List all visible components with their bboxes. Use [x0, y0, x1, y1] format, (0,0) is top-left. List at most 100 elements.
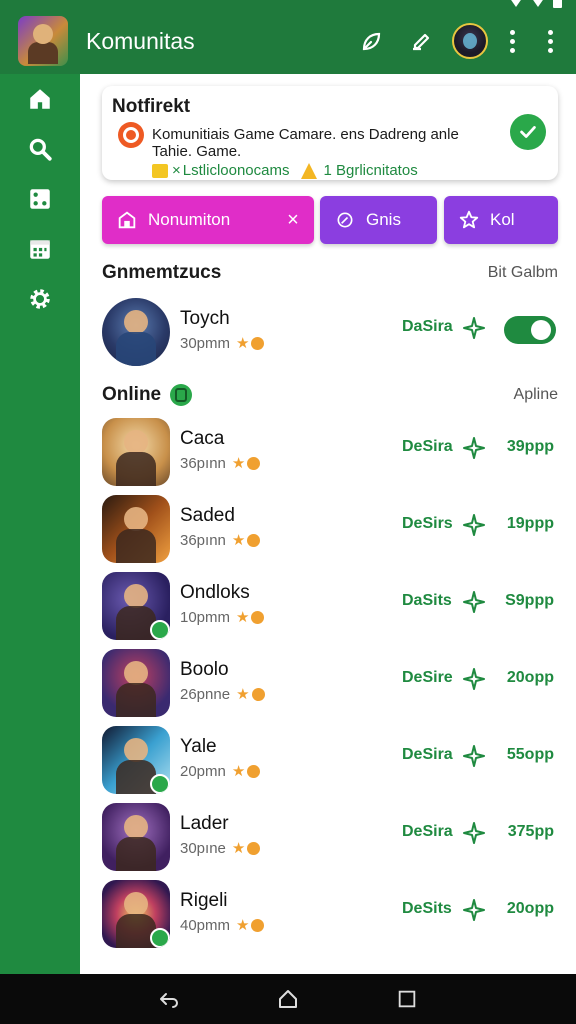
chip-gnis[interactable]: Gnis: [320, 196, 437, 244]
row-status: DaSits: [402, 592, 452, 609]
gear-icon: [30, 289, 50, 309]
home-button[interactable]: [268, 979, 308, 1019]
sparkle-icon: [463, 822, 485, 844]
row-sub: 10pmm ★: [180, 608, 265, 626]
check-icon: [520, 126, 536, 138]
row-sub-text: 26pnne: [180, 685, 231, 703]
avatar[interactable]: [452, 23, 488, 59]
row-sub: 20pmn ★: [180, 762, 261, 780]
online-badge: [150, 774, 170, 794]
game-thumbnail: [102, 649, 170, 717]
chip-label: Gnis: [366, 210, 401, 229]
game-thumbnail: [102, 495, 170, 563]
avatar: [102, 298, 170, 366]
coin-icon: [251, 336, 265, 350]
row-sub: 30pıne ★: [180, 839, 261, 857]
edit-icon: [413, 33, 430, 51]
chip-label: Nonumiton: [148, 210, 231, 229]
coin-icon: [251, 687, 265, 701]
star-icon: ★: [231, 840, 246, 857]
coin-icon: [247, 764, 261, 778]
check-button[interactable]: [510, 114, 546, 150]
gift-icon: [152, 163, 168, 178]
coin-icon: [251, 918, 265, 932]
list-item[interactable]: Lader 30pıne ★ DeSira 375pp: [102, 801, 558, 873]
recents-button[interactable]: [387, 979, 427, 1019]
star-icon: ★: [236, 335, 250, 352]
sparkle-icon: [463, 514, 485, 536]
back-button[interactable]: [149, 979, 189, 1019]
list-item[interactable]: Saded 36pınn ★ DeSirs 19ppp: [102, 493, 558, 565]
list-item[interactable]: Caca 36pınn ★ DeSira 39ppp: [102, 416, 558, 488]
leaf-icon: [334, 209, 356, 231]
sidebar-item-calendar[interactable]: [0, 224, 80, 274]
sidebar-item-games[interactable]: [0, 174, 80, 224]
star-icon: ★: [236, 917, 250, 934]
list-item[interactable]: Rigeli 40pmm ★ DeSits 20opp: [102, 878, 558, 950]
row-sub: 40pmm ★: [180, 916, 265, 934]
chip-nonumiton[interactable]: Nonumiton ×: [102, 196, 314, 244]
row-sub-text: 36pınn: [180, 454, 226, 472]
star-icon: ★: [231, 763, 246, 780]
row-sub-text: 10pmm: [180, 608, 231, 626]
coin-icon: [247, 456, 261, 470]
star-icon: ★: [236, 609, 250, 626]
featured-row[interactable]: Toych 30pmm ★ DaSira: [102, 296, 558, 368]
online-badge: [150, 620, 170, 640]
row-sub-text: 36pınn: [180, 531, 226, 549]
star-icon: ★: [231, 532, 246, 549]
row-sub: 30pmm ★: [180, 334, 265, 352]
featured-section-header: Gnmemtzucs Bit Galbm: [102, 262, 558, 292]
row-status: DeSits: [402, 900, 452, 917]
home-nav-icon: [278, 990, 297, 1008]
recents-icon: [398, 990, 415, 1008]
game-thumbnail: [102, 803, 170, 871]
section-action[interactable]: Bit Galbm: [488, 264, 558, 282]
calendar-icon: [30, 240, 50, 259]
list-item[interactable]: Ondloks 10pmm ★ DaSits S9ppp: [102, 570, 558, 642]
system-nav-bar: [0, 974, 576, 1024]
star-icon: ★: [236, 686, 250, 703]
chip-kol[interactable]: Kol: [444, 196, 558, 244]
row-status: DaSira: [402, 318, 453, 335]
row-status: DeSira: [402, 746, 453, 763]
row-sub-text: 30pıne: [180, 839, 226, 857]
coin-icon: [247, 533, 261, 547]
more-menu-button[interactable]: [538, 22, 562, 60]
section-action[interactable]: Apline: [514, 386, 558, 404]
row-status: DeSirs: [402, 515, 453, 532]
sidebar-item-settings[interactable]: [0, 274, 80, 324]
close-icon[interactable]: ×: [280, 209, 306, 232]
notification-title: Notfirekt: [112, 96, 191, 117]
app-bar: Komunitas: [0, 8, 576, 74]
row-name: Boolo: [180, 659, 229, 680]
coin-icon: [247, 841, 261, 855]
row-status: DeSira: [402, 823, 453, 840]
sidebar-item-home[interactable]: [0, 74, 80, 124]
leaf-button[interactable]: [352, 22, 390, 60]
row-name: Ondloks: [180, 582, 250, 603]
overflow-menu-button[interactable]: [500, 22, 524, 60]
list-item[interactable]: Yale 20pmn ★ DeSira 55opp: [102, 724, 558, 796]
app-logo[interactable]: [18, 16, 68, 66]
sparkle-icon: [463, 745, 485, 767]
star-icon: ★: [231, 455, 246, 472]
battery-icon: [553, 0, 562, 8]
list-item[interactable]: Boolo 26pnne ★ DeSire 20opp: [102, 647, 558, 719]
row-value: 20opp: [506, 900, 554, 917]
wifi-icon: [509, 0, 523, 7]
game-thumbnail: [102, 572, 170, 640]
sidebar-item-search[interactable]: [0, 124, 80, 174]
row-name: Caca: [180, 428, 225, 449]
star-icon: [458, 209, 480, 231]
sparkle-icon: [463, 668, 485, 690]
featured-toggle[interactable]: [504, 316, 556, 344]
dice-icon: [30, 189, 50, 209]
edit-button[interactable]: [402, 22, 440, 60]
notification-card[interactable]: Notfirekt Komunitiais Game Camare. ens D…: [102, 86, 558, 180]
section-title: Online: [102, 384, 162, 405]
game-thumbnail: [102, 726, 170, 794]
row-name: Rigeli: [180, 890, 228, 911]
row-status: DeSire: [402, 669, 453, 686]
row-value: S9ppp: [505, 592, 554, 609]
